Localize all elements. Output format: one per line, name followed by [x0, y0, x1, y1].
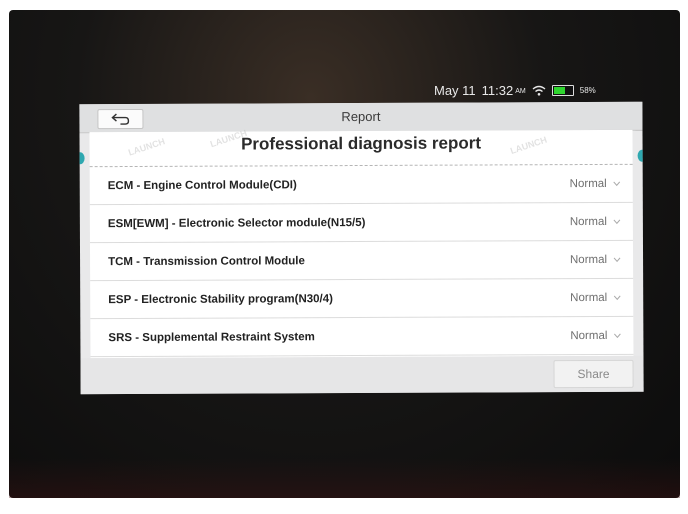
device-bezel-glow: [9, 458, 680, 498]
status-dropdown[interactable]: Normal: [570, 291, 621, 304]
status-value: Normal: [569, 215, 607, 228]
share-button[interactable]: Share: [553, 359, 634, 389]
report-heading: Professional diagnosis report LAUNCH LAU…: [79, 128, 644, 168]
system-row-esm[interactable]: ESM[EWM] - Electronic Selector module(N1…: [89, 202, 633, 244]
chevron-down-icon: [613, 181, 621, 186]
status-value: Normal: [569, 253, 608, 266]
status-dropdown[interactable]: Normal: [569, 253, 621, 266]
watermark: LAUNCH: [508, 134, 549, 156]
system-name: ESM[EWM] - Electronic Selector module(N1…: [107, 216, 366, 230]
footer-bar: Share: [80, 355, 644, 395]
chevron-down-icon: [613, 257, 621, 262]
system-row-esp[interactable]: ESP - Electronic Stability program(N30/4…: [90, 278, 634, 320]
battery-icon: [551, 84, 574, 96]
status-dropdown[interactable]: Normal: [569, 177, 621, 190]
system-row-ecm[interactable]: ECM - Engine Control Module(CDI) Normal: [89, 164, 633, 206]
chevron-down-icon: [613, 219, 621, 224]
page-title: Report: [341, 108, 381, 125]
status-value: Normal: [570, 291, 608, 304]
battery-fill: [553, 86, 566, 94]
report-heading-text: Professional diagnosis report: [241, 133, 482, 154]
system-row-tcm[interactable]: TCM - Transmission Control Module Normal: [89, 240, 634, 282]
watermark: LAUNCH: [126, 136, 167, 158]
system-name: SRS - Supplemental Restraint System: [108, 330, 315, 344]
system-name: ECM - Engine Control Module(CDI): [107, 178, 297, 192]
status-dropdown[interactable]: Normal: [570, 329, 621, 342]
chevron-down-icon: [613, 333, 621, 338]
system-row-srs[interactable]: SRS - Supplemental Restraint System Norm…: [90, 316, 634, 358]
status-dropdown[interactable]: Normal: [569, 215, 621, 228]
status-ampm: AM: [515, 88, 526, 95]
status-bar: May 11 11:32 AM 58%: [434, 82, 596, 98]
status-time: 11:32: [481, 82, 514, 98]
title-bar: Report: [79, 101, 643, 134]
battery-percent: 58%: [579, 85, 596, 95]
chevron-down-icon: [613, 295, 621, 300]
status-value: Normal: [570, 329, 608, 342]
status-date: May 11: [434, 82, 476, 98]
wifi-icon: [532, 85, 546, 96]
app-screen: Report Professional diagnosis report LAU…: [79, 101, 644, 395]
system-name: ESP - Electronic Stability program(N30/4…: [108, 292, 333, 306]
report-card: Professional diagnosis report LAUNCH LAU…: [79, 128, 644, 359]
status-value: Normal: [569, 177, 607, 190]
scroll-marker-left: [79, 152, 85, 165]
system-name: TCM - Transmission Control Module: [108, 254, 305, 268]
system-list: ECM - Engine Control Module(CDI) Normal …: [89, 164, 634, 358]
